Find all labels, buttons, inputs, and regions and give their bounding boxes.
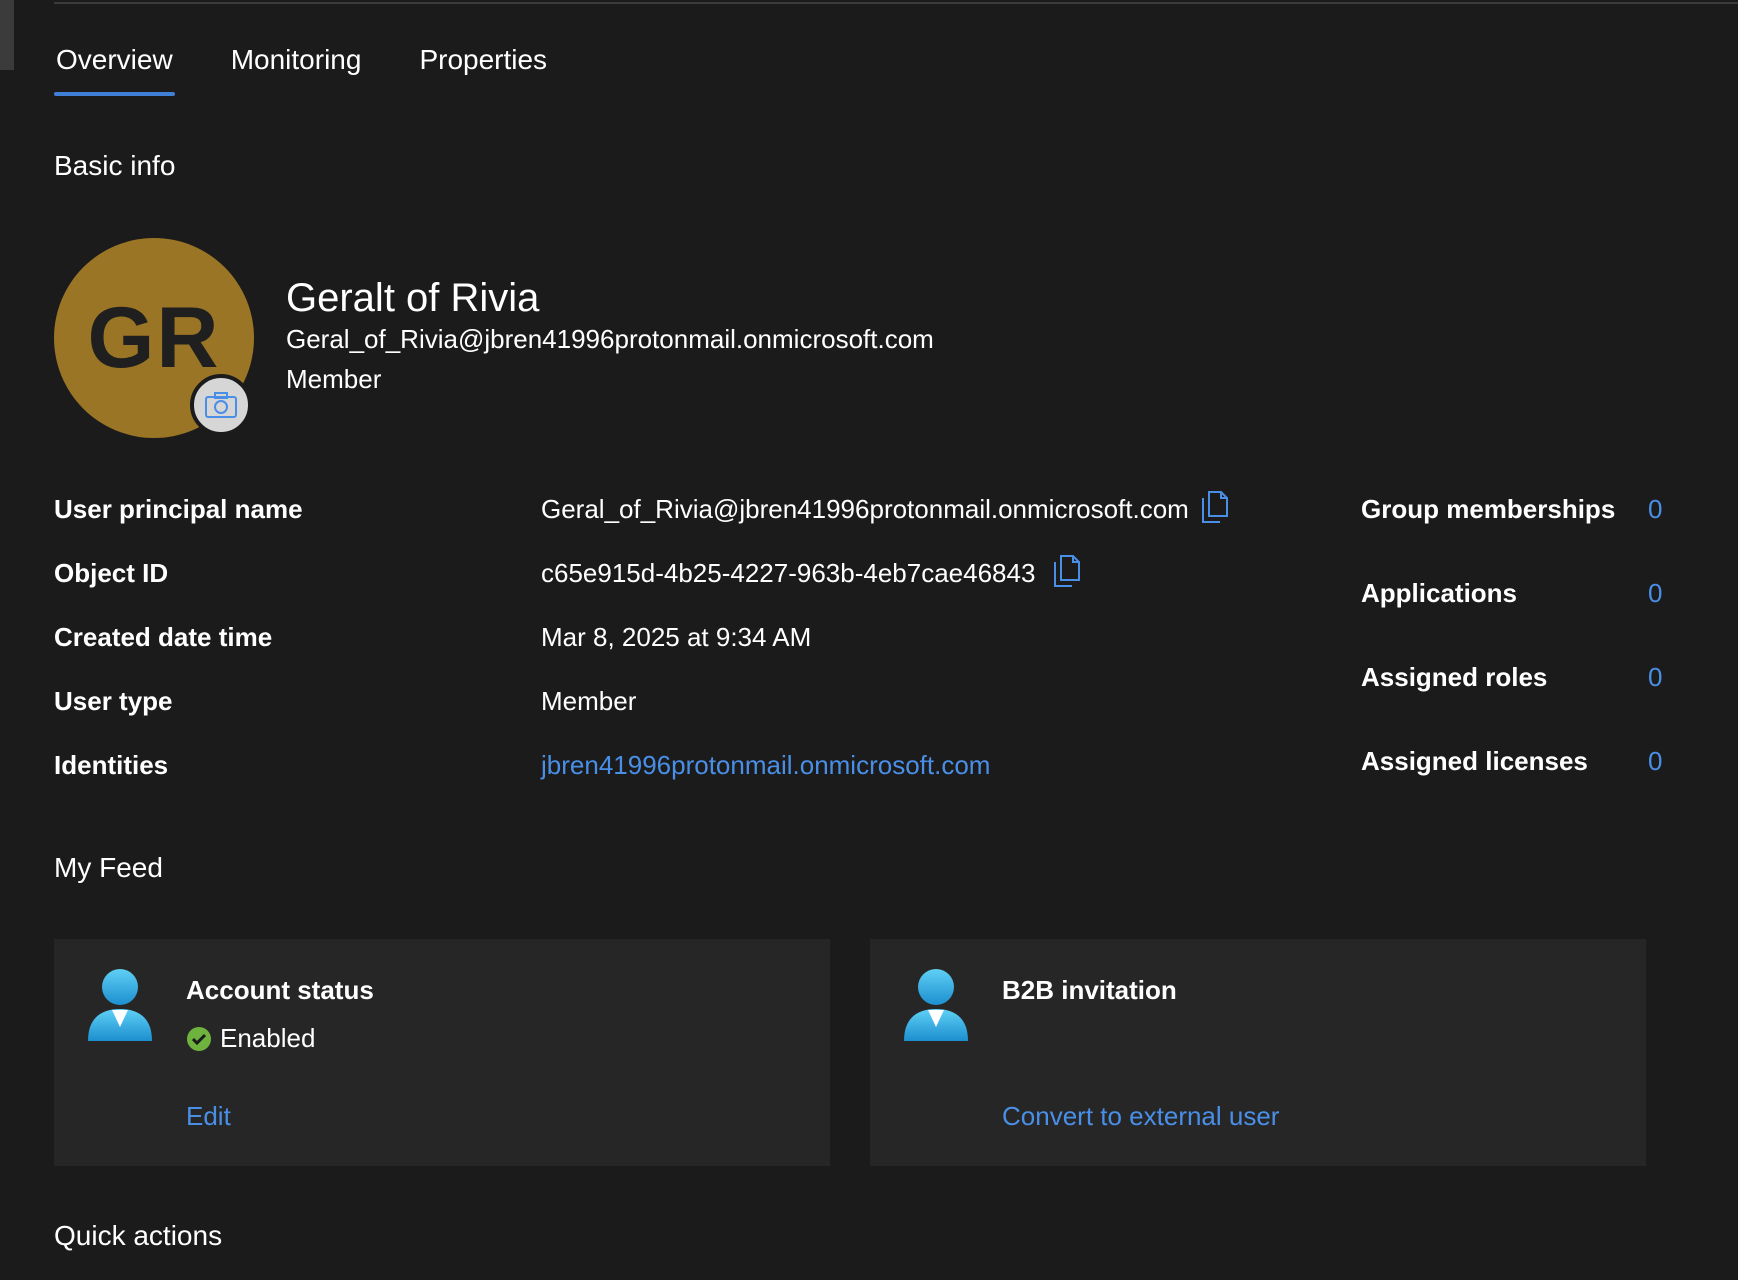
account-status-card: Account status Enabled Edit bbox=[54, 939, 830, 1166]
value-user-type: Member bbox=[541, 686, 637, 716]
label-applications: Applications bbox=[1361, 578, 1518, 608]
change-photo-button[interactable] bbox=[190, 374, 252, 436]
assigned-licenses-count[interactable]: 0 bbox=[1648, 746, 1662, 777]
avatar-initials: GR bbox=[87, 289, 221, 386]
person-icon bbox=[904, 969, 968, 1041]
label-assigned-roles: Assigned roles bbox=[1361, 662, 1548, 692]
identities-link[interactable]: jbren41996protonmail.onmicrosoft.com bbox=[541, 750, 990, 781]
value-created-date-time: Mar 8, 2025 at 9:34 AM bbox=[541, 622, 812, 652]
card-title: B2B invitation bbox=[1002, 975, 1177, 1005]
convert-to-external-user-link[interactable]: Convert to external user bbox=[1002, 1101, 1279, 1132]
scrollbar-thumb[interactable] bbox=[0, 0, 14, 70]
assigned-roles-count[interactable]: 0 bbox=[1648, 662, 1662, 693]
tab-overview[interactable]: Overview bbox=[54, 36, 175, 96]
user-role: Member bbox=[286, 364, 382, 394]
section-title-basic-info: Basic info bbox=[54, 150, 176, 181]
label-assigned-licenses: Assigned licenses bbox=[1361, 746, 1588, 776]
divider bbox=[54, 2, 1738, 4]
user-email: Geral_of_Rivia@jbren41996protonmail.onmi… bbox=[286, 324, 934, 354]
tab-monitoring[interactable]: Monitoring bbox=[229, 36, 364, 88]
tab-bar: Overview Monitoring Properties bbox=[54, 36, 549, 100]
label-user-type: User type bbox=[54, 686, 173, 716]
label-identities: Identities bbox=[54, 750, 169, 780]
person-icon bbox=[88, 969, 152, 1041]
value-user-principal-name: Geral_of_Rivia@jbren41996protonmail.onmi… bbox=[541, 494, 1189, 524]
label-object-id: Object ID bbox=[54, 558, 169, 588]
edit-account-status-link[interactable]: Edit bbox=[186, 1101, 231, 1132]
copy-icon[interactable] bbox=[1200, 490, 1230, 524]
user-display-name: Geralt of Rivia bbox=[286, 276, 540, 320]
b2b-invitation-card: B2B invitation Convert to external user bbox=[870, 939, 1646, 1166]
card-title: Account status bbox=[186, 975, 374, 1005]
camera-icon bbox=[205, 392, 237, 418]
label-user-principal-name: User principal name bbox=[54, 494, 303, 524]
tab-properties[interactable]: Properties bbox=[417, 36, 549, 88]
label-created-date-time: Created date time bbox=[54, 622, 273, 652]
group-memberships-count[interactable]: 0 bbox=[1648, 494, 1662, 525]
user-overview-page: Overview Monitoring Properties Basic inf… bbox=[0, 0, 1738, 1280]
check-circle-icon bbox=[187, 1026, 211, 1051]
section-title-quick-actions: Quick actions bbox=[54, 1220, 223, 1251]
value-object-id: c65e915d-4b25-4227-963b-4eb7cae46843 bbox=[541, 558, 1036, 588]
copy-icon[interactable] bbox=[1052, 554, 1082, 588]
label-group-memberships: Group memberships bbox=[1361, 494, 1616, 524]
section-title-my-feed: My Feed bbox=[54, 852, 163, 883]
applications-count[interactable]: 0 bbox=[1648, 578, 1662, 609]
account-status: Enabled bbox=[186, 1023, 315, 1054]
account-status-text: Enabled bbox=[220, 1023, 316, 1053]
